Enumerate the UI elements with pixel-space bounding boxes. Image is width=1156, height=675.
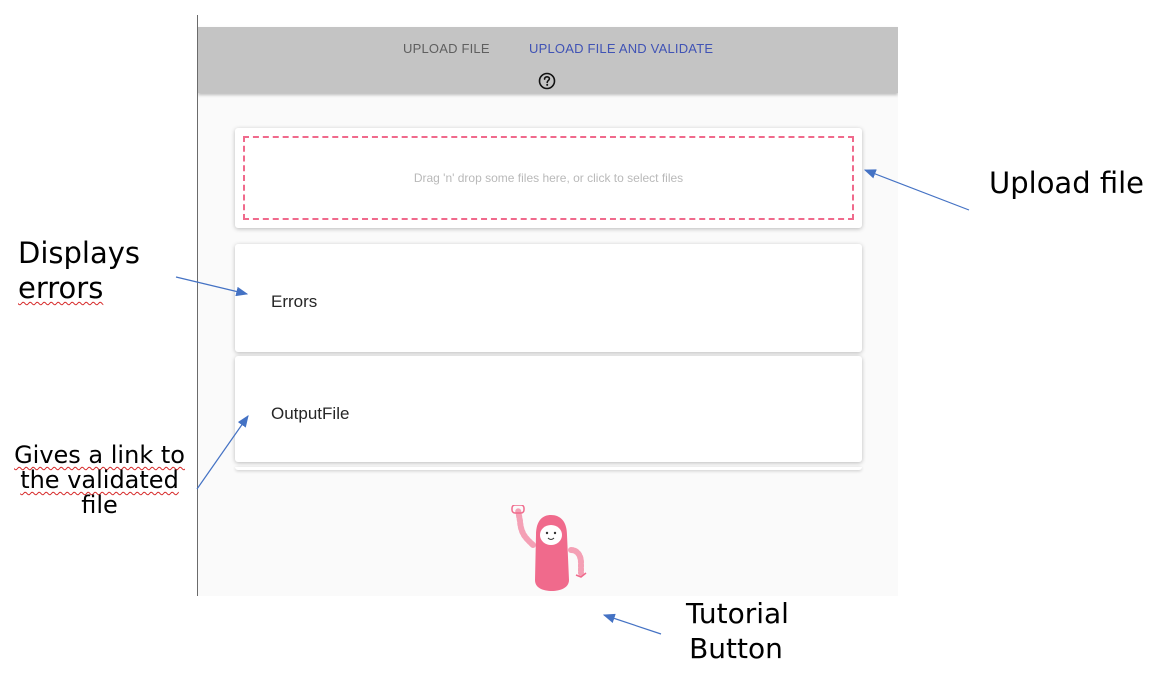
arrow-output bbox=[196, 415, 249, 490]
arrow-upload bbox=[863, 169, 970, 211]
arrow-errors bbox=[175, 276, 249, 297]
annotation-arrows bbox=[175, 169, 970, 635]
arrow-tutorial bbox=[602, 613, 662, 635]
